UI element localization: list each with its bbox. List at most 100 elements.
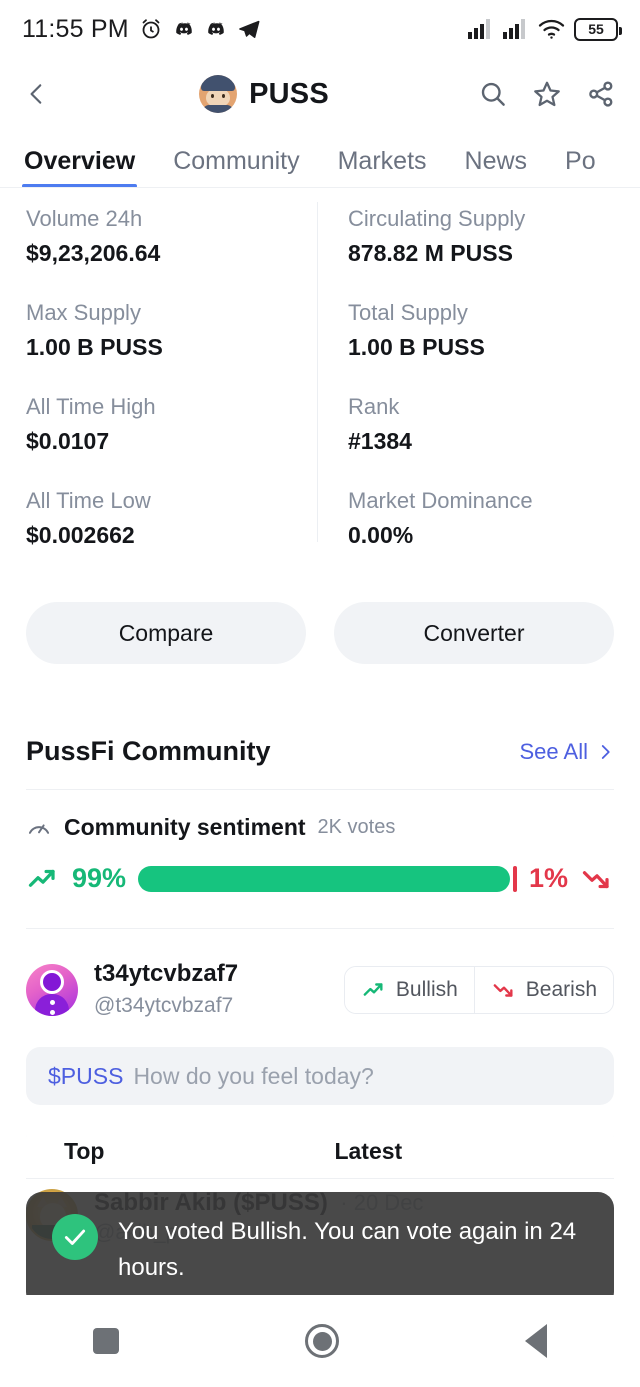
bearish-vote-button[interactable]: Bearish [474, 967, 613, 1013]
action-buttons: Compare Converter [0, 560, 640, 664]
tab-markets[interactable]: Markets [338, 147, 427, 188]
stat-label: All Time Low [26, 488, 151, 513]
recents-button[interactable] [93, 1328, 119, 1354]
signal-bars-icon [468, 18, 494, 40]
stat-value: 878.82 M PUSS [348, 240, 513, 266]
converter-button[interactable]: Converter [334, 602, 614, 664]
search-icon[interactable] [478, 79, 508, 109]
stat-rank: Rank #1384 [348, 392, 640, 458]
star-icon[interactable] [532, 79, 562, 109]
chevron-right-icon [596, 743, 614, 761]
stat-label: Market Dominance [348, 488, 533, 513]
android-navigation-bar [0, 1295, 640, 1387]
sentiment-bar-bearish [513, 865, 517, 892]
trending-up-icon [361, 979, 387, 1001]
tab-news[interactable]: News [465, 147, 528, 188]
gauge-icon [26, 815, 52, 841]
post-composer-input[interactable]: $PUSS How do you feel today? [26, 1047, 614, 1105]
stat-total-supply: Total Supply 1.00 B PUSS [348, 298, 640, 364]
user-display-name: t34ytcvbzaf7 [94, 960, 239, 987]
sentiment-votes: 2K votes [317, 816, 396, 838]
trending-down-icon [491, 979, 517, 1001]
sentiment-bar-bullish [138, 865, 511, 892]
community-sentiment: Community sentiment 2K votes 99% 1% [0, 790, 640, 894]
telegram-icon [237, 17, 261, 41]
stat-value: 1.00 B PUSS [26, 334, 163, 360]
user-avatar[interactable] [26, 964, 78, 1016]
status-bar-left: 11:55 PM [22, 15, 261, 44]
stat-label: Volume 24h [26, 206, 143, 231]
feed-tab-latest[interactable]: Latest [334, 1138, 402, 1165]
discord-icon [173, 18, 195, 40]
user-handle: @t34ytcvbzaf7 [94, 994, 234, 1017]
stat-value: #1384 [348, 428, 412, 454]
sentiment-title: Community sentiment [64, 814, 306, 840]
vote-button-group: Bullish Bearish [343, 966, 614, 1014]
user-names: t34ytcvbzaf7 @t34ytcvbzaf7 [94, 959, 238, 1021]
sentiment-bearish-pct: 1% [528, 863, 568, 893]
vote-confirmation-toast: You voted Bullish. You can vote again in… [26, 1192, 614, 1308]
status-bar-time: 11:55 PM [22, 14, 129, 43]
wifi-icon [538, 18, 565, 40]
trending-up-icon [26, 864, 60, 894]
compare-button[interactable]: Compare [26, 602, 306, 664]
composer-placeholder: How do you feel today? [133, 1062, 374, 1089]
share-icon[interactable] [586, 79, 616, 109]
stat-label: Max Supply [26, 300, 141, 325]
coin-title-group: PUSS [50, 75, 478, 113]
discord-icon [205, 18, 227, 40]
alarm-icon [139, 17, 163, 41]
stats-column-right: Circulating Supply 878.82 M PUSS Total S… [320, 204, 640, 552]
feed-tab-top[interactable]: Top [64, 1138, 104, 1165]
stat-value: 0.00% [348, 522, 414, 548]
stat-market-dominance: Market Dominance 0.00% [348, 486, 640, 552]
see-all-label: See All [519, 738, 589, 764]
current-user-row: t34ytcvbzaf7 @t34ytcvbzaf7 Bullish Beari… [0, 929, 640, 1021]
sentiment-bullish-pct: 99% [72, 863, 127, 893]
community-section-title: PussFi Community [26, 736, 271, 766]
stat-all-time-high: All Time High $0.0107 [26, 392, 320, 458]
tab-overview[interactable]: Overview [21, 147, 138, 188]
page-title: PUSS [249, 77, 329, 110]
stat-value: $0.002662 [26, 522, 135, 548]
sentiment-bar-row: 99% 1% [26, 863, 614, 894]
tab-portfolio[interactable]: Po [565, 147, 596, 188]
trending-down-icon [580, 864, 614, 894]
community-section-header: PussFi Community See All [0, 664, 640, 767]
stat-circulating-supply: Circulating Supply 878.82 M PUSS [348, 204, 640, 270]
stats-grid: Volume 24h $9,23,206.64 Max Supply 1.00 … [0, 188, 640, 560]
section-tabs: Overview Community Markets News Po [0, 130, 640, 188]
see-all-link[interactable]: See All [520, 739, 615, 765]
ticker-tag: $PUSS [48, 1062, 124, 1089]
sentiment-bar [138, 865, 517, 892]
stats-column-divider [317, 202, 318, 542]
home-button[interactable] [305, 1324, 339, 1358]
bullish-label: Bullish [395, 978, 458, 1001]
stat-label: All Time High [26, 394, 156, 419]
stat-label: Rank [348, 394, 400, 419]
tab-community[interactable]: Community [173, 147, 299, 188]
stat-value: $9,23,206.64 [26, 240, 161, 266]
battery-level: 55 [588, 21, 604, 37]
stat-max-supply: Max Supply 1.00 B PUSS [26, 298, 320, 364]
check-circle-icon [52, 1214, 98, 1260]
toast-message: You voted Bullish. You can vote again in… [118, 1218, 577, 1281]
feed-tabs: Top Latest [26, 1123, 614, 1179]
stat-value: 1.00 B PUSS [348, 334, 485, 360]
status-bar-right: 55 [468, 17, 622, 41]
sentiment-header: Community sentiment 2K votes [26, 814, 614, 841]
stat-all-time-low: All Time Low $0.002662 [26, 486, 320, 552]
app-header: PUSS [0, 58, 640, 130]
app-screen: 11:55 PM 55 PUSS Overview Community Mark… [0, 0, 640, 1387]
stat-value: $0.0107 [26, 428, 110, 454]
back-button[interactable] [525, 1324, 547, 1358]
bearish-label: Bearish [525, 978, 597, 1001]
stats-column-left: Volume 24h $9,23,206.64 Max Supply 1.00 … [0, 204, 320, 552]
battery-indicator: 55 [574, 17, 622, 41]
signal-bars-icon [503, 18, 529, 40]
status-bar: 11:55 PM 55 [0, 0, 640, 58]
stat-volume-24h: Volume 24h $9,23,206.64 [26, 204, 320, 270]
bullish-vote-button[interactable]: Bullish [344, 967, 474, 1013]
stat-label: Total Supply [348, 300, 468, 325]
header-actions [478, 79, 616, 109]
